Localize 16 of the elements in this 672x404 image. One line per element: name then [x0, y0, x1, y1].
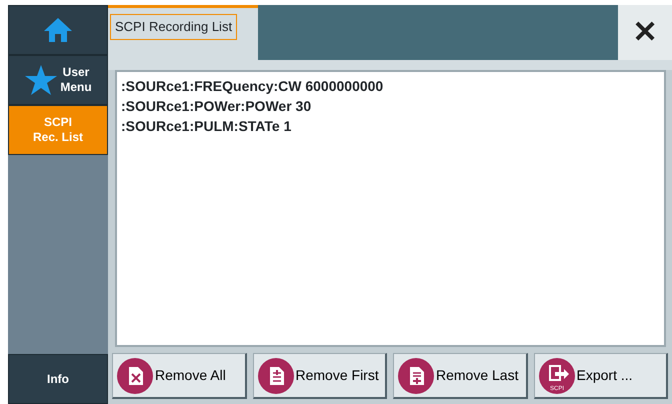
- command-line: :SOURce1:FREQuency:CW 6000000000: [121, 77, 384, 96]
- sidebar-button[interactable]: User Menu: [8, 55, 108, 105]
- action-button[interactable]: Remove First: [252, 353, 387, 399]
- command-line: :SOURce1:POWer:POWer 30: [121, 97, 312, 116]
- star-icon: [24, 64, 58, 96]
- close-button[interactable]: ✕: [618, 5, 672, 60]
- delete-document-icon: [117, 358, 153, 394]
- action-button[interactable]: Remove Last: [393, 353, 528, 399]
- home-button[interactable]: [8, 5, 108, 55]
- tab[interactable]: SCPI Recording List: [110, 14, 238, 40]
- command-line: :SOURce1:PULM:STATe 1: [121, 117, 292, 136]
- document-icon: [398, 358, 434, 394]
- info-button[interactable]: Info: [8, 354, 108, 404]
- action-button[interactable]: Remove All: [112, 353, 246, 399]
- home-icon: [43, 17, 73, 43]
- document-icon: [258, 358, 294, 394]
